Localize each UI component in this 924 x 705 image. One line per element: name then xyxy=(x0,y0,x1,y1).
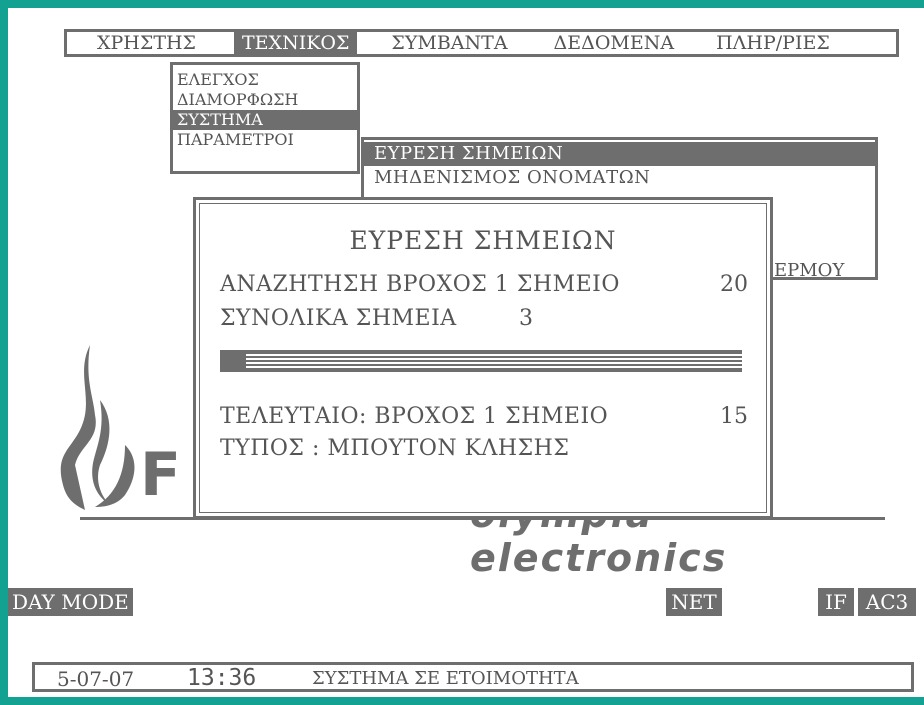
menu-info[interactable]: ΠΛΗΡ/ΡΙΕΣ xyxy=(708,32,838,54)
find-points-dialog: ΕΥΡΕΣΗ ΣΗΜΕΙΩΝ ΑΝΑΖΗΤΗΣΗ ΒΡΟΧΟΣ 1 ΣΗΜΕΙΟ… xyxy=(193,197,773,519)
status-time: 13:36 xyxy=(187,665,257,691)
search-value: 20 xyxy=(720,272,748,297)
total-value: 3 xyxy=(519,306,534,331)
flame-logo-icon xyxy=(60,345,135,510)
dialog-title: ΕΥΡΕΣΗ ΣΗΜΕΙΩΝ xyxy=(349,226,617,255)
menu-data[interactable]: ΔΕΔΟΜΕΝΑ xyxy=(546,32,683,54)
status-bar: 5-07-07 13:36 ΣΥΣΤΗΜΑ ΣΕ ΕΤΟΙΜΟΤΗΤΑ xyxy=(32,662,914,692)
dropdown-item-parameters[interactable]: ΠΑΡΑΜΕΤΡΟΙ xyxy=(173,130,357,150)
menu-users[interactable]: ΧΡΗΣΤΗΣ xyxy=(89,32,204,54)
last-point-value: 15 xyxy=(720,404,748,429)
technical-dropdown: ΕΛΕΓΧΟΣ ΔΙΑΜΟΡΦΩΣΗ ΣΥΣΤΗΜΑ ΠΑΡΑΜΕΤΡΟΙ xyxy=(170,62,360,174)
progress-fill xyxy=(220,350,247,372)
submenu-item-reset-names[interactable]: ΜΗΔΕΝΙΣΜΟΣ ΟΝΟΜΑΤΩΝ xyxy=(364,166,875,190)
submenu-item-find-points[interactable]: ΕΥΡΕΣΗ ΣΗΜΕΙΩΝ xyxy=(364,142,875,166)
if-indicator: IF xyxy=(818,588,854,616)
progress-track xyxy=(220,350,742,372)
type-label: ΤΥΠΟΣ : ΜΠΟΥΤΟΝ ΚΛΗΣΗΣ xyxy=(220,436,570,461)
dropdown-item-configuration[interactable]: ΔΙΑΜΟΡΦΩΣΗ xyxy=(173,90,357,110)
menu-events[interactable]: ΣΥΜΒΑΝΤΑ xyxy=(383,32,515,54)
submenu-item-partial[interactable]: ΕΡΜΟΥ xyxy=(774,260,844,281)
last-point-label: ΤΕΛΕΥΤΑΙΟ: ΒΡΟΧΟΣ 1 ΣΗΜΕΙΟ xyxy=(220,404,609,429)
dropdown-item-check[interactable]: ΕΛΕΓΧΟΣ xyxy=(173,70,357,90)
status-date: 5-07-07 xyxy=(57,667,135,691)
search-label: ΑΝΑΖΗΤΗΣΗ ΒΡΟΧΟΣ 1 ΣΗΜΕΙΟ xyxy=(220,272,620,297)
status-message: ΣΥΣΤΗΜΑ ΣΕ ΕΤΟΙΜΟΤΗΤΑ xyxy=(312,668,579,689)
search-progress-bar xyxy=(220,350,742,372)
net-indicator: NET xyxy=(666,588,722,616)
menu-bar: ΧΡΗΣΤΗΣ ΤΕΧΝΙΚΟΣ ΣΥΜΒΑΝΤΑ ΔΕΔΟΜΕΝΑ ΠΛΗΡ/… xyxy=(64,29,899,57)
logo-letters: F xyxy=(140,440,181,510)
ac3-indicator: AC3 xyxy=(858,588,916,616)
dropdown-item-system[interactable]: ΣΥΣΤΗΜΑ xyxy=(173,110,357,130)
total-label: ΣΥΝΟΛΙΚΑ ΣΗΜΕΙΑ xyxy=(220,306,457,331)
day-mode-indicator: DAY MODE xyxy=(8,588,133,616)
menu-technical[interactable]: ΤΕΧΝΙΚΟΣ xyxy=(234,32,358,54)
